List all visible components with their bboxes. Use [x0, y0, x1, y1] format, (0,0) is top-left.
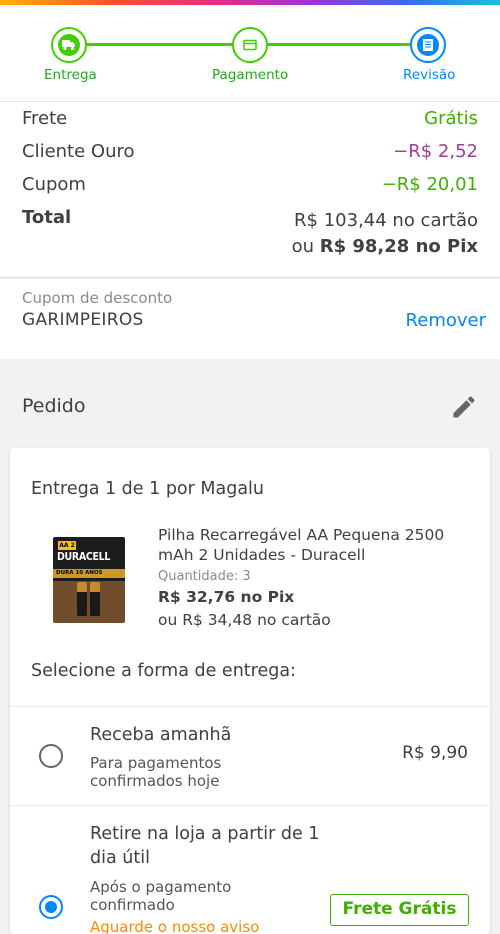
product-image-size: AA 2: [58, 541, 76, 550]
option-price: R$ 9,90: [402, 743, 468, 763]
product-image-brand: DURACELL: [57, 551, 111, 563]
coupon-label: Cupom de desconto: [22, 289, 173, 307]
coupon-section: Cupom de desconto GARIMPEIROS Remover: [0, 279, 500, 359]
step-revisao-circle[interactable]: [410, 27, 446, 63]
total-card-value: R$ 103,44 no cartão: [294, 210, 478, 231]
product-quantity: Quantidade: 3: [158, 569, 251, 584]
step-pagamento-label[interactable]: Pagamento: [212, 67, 288, 83]
total-pix-prefix: ou: [291, 236, 314, 257]
delivery-method-title: Selecione a forma de entrega:: [31, 661, 296, 681]
option-warning: Aguarde o nosso aviso: [90, 918, 260, 934]
stepper-line-1: [86, 43, 234, 46]
option-title: Retire na loja a partir de 1 dia útil: [90, 824, 320, 868]
delivery-title: Entrega 1 de 1 por Magalu: [31, 479, 264, 499]
step-pagamento-circle[interactable]: [232, 27, 268, 63]
stepper-line-2: [268, 43, 410, 46]
product-quantity-value: 3: [242, 569, 251, 584]
pencil-icon[interactable]: [450, 393, 478, 421]
cliente-ouro-row: Cliente Ouro −R$ 2,52: [22, 141, 478, 167]
remove-coupon-button[interactable]: Remover: [406, 310, 486, 331]
frete-label: Frete: [22, 108, 68, 129]
step-entrega-label[interactable]: Entrega: [44, 67, 97, 83]
radio-checked[interactable]: [39, 895, 63, 919]
cliente-ouro-value: −R$ 2,52: [393, 141, 478, 162]
frete-value: Grátis: [424, 108, 478, 129]
total-pix-value: R$ 98,28 no Pix: [319, 236, 478, 257]
product-image[interactable]: AA 2 DURACELL DURA 10 ANOS: [53, 537, 125, 623]
product-quantity-label: Quantidade:: [158, 569, 239, 584]
step-revisao-label[interactable]: Revisão: [403, 67, 455, 83]
product-image-band: DURA 10 ANOS: [53, 569, 125, 578]
total-pix-line: ou R$ 98,28 no Pix: [292, 234, 478, 260]
option-title: Receba amanhã: [90, 725, 232, 745]
product-name[interactable]: Pilha Recarregável AA Pequena 2500 mAh 2…: [158, 525, 458, 565]
battery-shape: [90, 582, 100, 616]
total-values: R$ 103,44 no cartão ou R$ 98,28 no Pix: [292, 208, 478, 260]
card-icon: [243, 39, 257, 51]
truck-icon: [62, 40, 75, 51]
order-summary: Frete Grátis Cliente Ouro −R$ 2,52 Cupom…: [0, 102, 500, 278]
cliente-ouro-label: Cliente Ouro: [22, 141, 135, 162]
delivery-card: Entrega 1 de 1 por Magalu AA 2 DURACELL …: [10, 448, 490, 934]
frete-row: Frete Grátis: [22, 108, 478, 134]
total-label: Total: [22, 207, 72, 228]
cupom-value: −R$ 20,01: [381, 174, 478, 195]
cupom-row: Cupom −R$ 20,01: [22, 174, 478, 200]
option-subtitle: Após o pagamento confirmado: [90, 878, 232, 914]
radio-unchecked[interactable]: [39, 744, 63, 768]
receipt-icon: [423, 39, 433, 51]
option-subtitle: Para pagamentos confirmados hoje: [90, 754, 222, 790]
product-price-pix: R$ 32,76 no Pix: [158, 588, 295, 606]
pedido-title: Pedido: [22, 395, 86, 417]
checkout-stepper: Entrega Pagamento Revisão: [0, 5, 500, 102]
product-price-card: ou R$ 34,48 no cartão: [158, 611, 331, 629]
battery-shape: [77, 582, 87, 616]
delivery-option-tomorrow[interactable]: Receba amanhã Para pagamentos confirmado…: [10, 706, 490, 806]
delivery-option-store-pickup[interactable]: Retire na loja a partir de 1 dia útil Ap…: [10, 806, 490, 934]
cupom-label: Cupom: [22, 174, 86, 195]
step-entrega-circle[interactable]: [51, 27, 87, 63]
coupon-code: GARIMPEIROS: [22, 310, 144, 330]
free-shipping-badge: Frete Grátis: [330, 894, 469, 926]
